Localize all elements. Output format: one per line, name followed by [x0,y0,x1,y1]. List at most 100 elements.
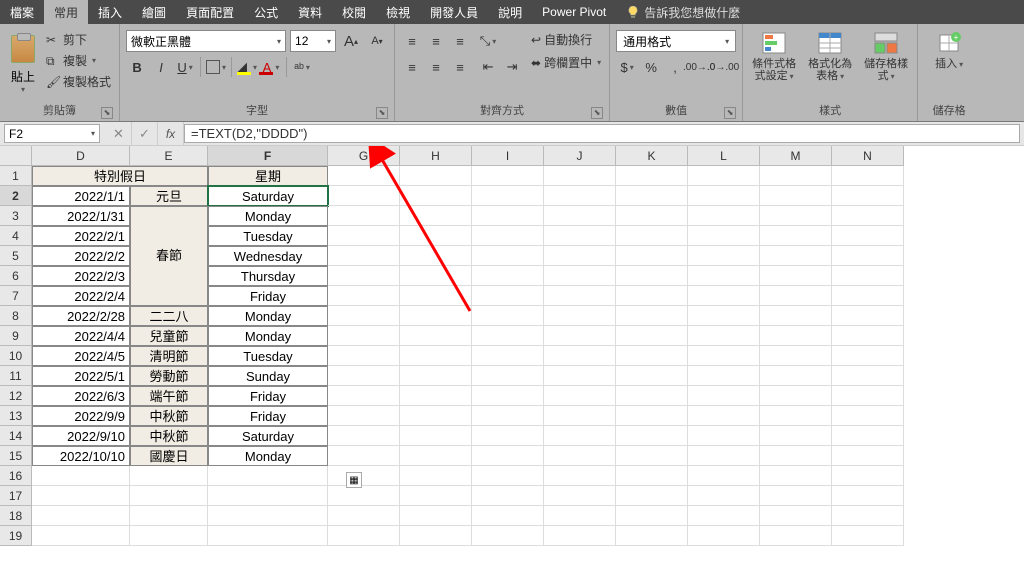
row-header-5[interactable]: 5 [0,246,32,266]
cell-I2[interactable] [472,186,544,206]
cell-K19[interactable] [616,526,688,546]
cell-K15[interactable] [616,446,688,466]
tab-view[interactable]: 檢視 [376,0,420,24]
cell-L12[interactable] [688,386,760,406]
align-left-button[interactable]: ≡ [401,56,423,78]
cell-L11[interactable] [688,366,760,386]
cancel-formula-button[interactable]: ✕ [106,122,132,145]
cell-F15[interactable]: Monday [208,446,328,466]
tab-developer[interactable]: 開發人員 [420,0,488,24]
cell-D9[interactable]: 2022/4/4 [32,326,130,346]
bold-button[interactable]: B [126,56,148,78]
cell-F19[interactable] [208,526,328,546]
column-header-J[interactable]: J [544,146,616,166]
cell-E6[interactable] [130,266,208,286]
cell-D4[interactable]: 2022/2/1 [32,226,130,246]
cell-E7[interactable] [130,286,208,306]
cell-E10[interactable]: 清明節 [130,346,208,366]
cell-H4[interactable] [400,226,472,246]
cell-H5[interactable] [400,246,472,266]
cell-G2[interactable] [328,186,400,206]
cell-L9[interactable] [688,326,760,346]
cell-J16[interactable] [544,466,616,486]
tab-draw[interactable]: 繪圖 [132,0,176,24]
tab-help[interactable]: 說明 [488,0,532,24]
tab-data[interactable]: 資料 [288,0,332,24]
cell-L1[interactable] [688,166,760,186]
cell-L8[interactable] [688,306,760,326]
cell-I7[interactable] [472,286,544,306]
wrap-text-button[interactable]: ↩自動換行 [529,30,603,49]
cell-L18[interactable] [688,506,760,526]
cell-styles-button[interactable]: 儲存格樣式▾ [861,30,911,82]
cell-D19[interactable] [32,526,130,546]
cell-F3[interactable]: Monday [208,206,328,226]
cell-H16[interactable] [400,466,472,486]
cell-F2[interactable]: Saturday [208,186,328,206]
cell-I5[interactable] [472,246,544,266]
cell-M11[interactable] [760,366,832,386]
cell-L6[interactable] [688,266,760,286]
fill-color-button[interactable]: ◢▾ [236,56,258,78]
cell-K8[interactable] [616,306,688,326]
cell-G19[interactable] [328,526,400,546]
spreadsheet-grid[interactable]: DEFGHIJKLMN 1234567891011121314151617181… [0,146,1024,571]
cell-H3[interactable] [400,206,472,226]
cell-G13[interactable] [328,406,400,426]
cell-H10[interactable] [400,346,472,366]
increase-indent-button[interactable]: ⇥ [501,56,523,78]
cell-I13[interactable] [472,406,544,426]
column-header-F[interactable]: F [208,146,328,166]
autofill-options-button[interactable]: ▦ [346,472,362,488]
font-launcher[interactable]: ⬊ [376,107,388,119]
decrease-indent-button[interactable]: ⇤ [477,56,499,78]
cell-F7[interactable]: Friday [208,286,328,306]
cell-M12[interactable] [760,386,832,406]
cell-M5[interactable] [760,246,832,266]
tab-power-pivot[interactable]: Power Pivot [532,0,616,24]
cell-L7[interactable] [688,286,760,306]
column-header-L[interactable]: L [688,146,760,166]
align-bottom-button[interactable]: ≡ [449,30,471,52]
cell-D2[interactable]: 2022/1/1 [32,186,130,206]
column-header-E[interactable]: E [130,146,208,166]
cell-N6[interactable] [832,266,904,286]
insert-function-button[interactable]: fx [158,122,184,145]
cell-G9[interactable] [328,326,400,346]
cell-G16[interactable] [328,466,400,486]
row-header-6[interactable]: 6 [0,266,32,286]
cell-M1[interactable] [760,166,832,186]
underline-button[interactable]: U▾ [174,56,196,78]
row-header-2[interactable]: 2 [0,186,32,206]
cell-F13[interactable]: Friday [208,406,328,426]
conditional-formatting-button[interactable]: 條件式格式設定▾ [749,30,799,82]
cell-J3[interactable] [544,206,616,226]
cell-E8[interactable]: 二二八 [130,306,208,326]
cell-J6[interactable] [544,266,616,286]
cell-E19[interactable] [130,526,208,546]
cell-M3[interactable] [760,206,832,226]
cell-J8[interactable] [544,306,616,326]
cell-E15[interactable]: 國慶日 [130,446,208,466]
row-header-1[interactable]: 1 [0,166,32,186]
cell-M6[interactable] [760,266,832,286]
cell-D3[interactable]: 2022/1/31 [32,206,130,226]
cell-J7[interactable] [544,286,616,306]
cell-N11[interactable] [832,366,904,386]
percent-button[interactable]: % [640,56,662,78]
cell-J10[interactable] [544,346,616,366]
clipboard-launcher[interactable]: ⬊ [101,107,113,119]
cell-E9[interactable]: 兒童節 [130,326,208,346]
header-special-holiday[interactable]: 特別假日 [32,166,208,186]
cell-M17[interactable] [760,486,832,506]
cell-E14[interactable]: 中秋節 [130,426,208,446]
cell-I18[interactable] [472,506,544,526]
cell-J15[interactable] [544,446,616,466]
cell-D8[interactable]: 2022/2/28 [32,306,130,326]
cell-J2[interactable] [544,186,616,206]
row-header-10[interactable]: 10 [0,346,32,366]
cell-N19[interactable] [832,526,904,546]
alignment-launcher[interactable]: ⬊ [591,107,603,119]
cell-E4[interactable] [130,226,208,246]
cell-D7[interactable]: 2022/2/4 [32,286,130,306]
